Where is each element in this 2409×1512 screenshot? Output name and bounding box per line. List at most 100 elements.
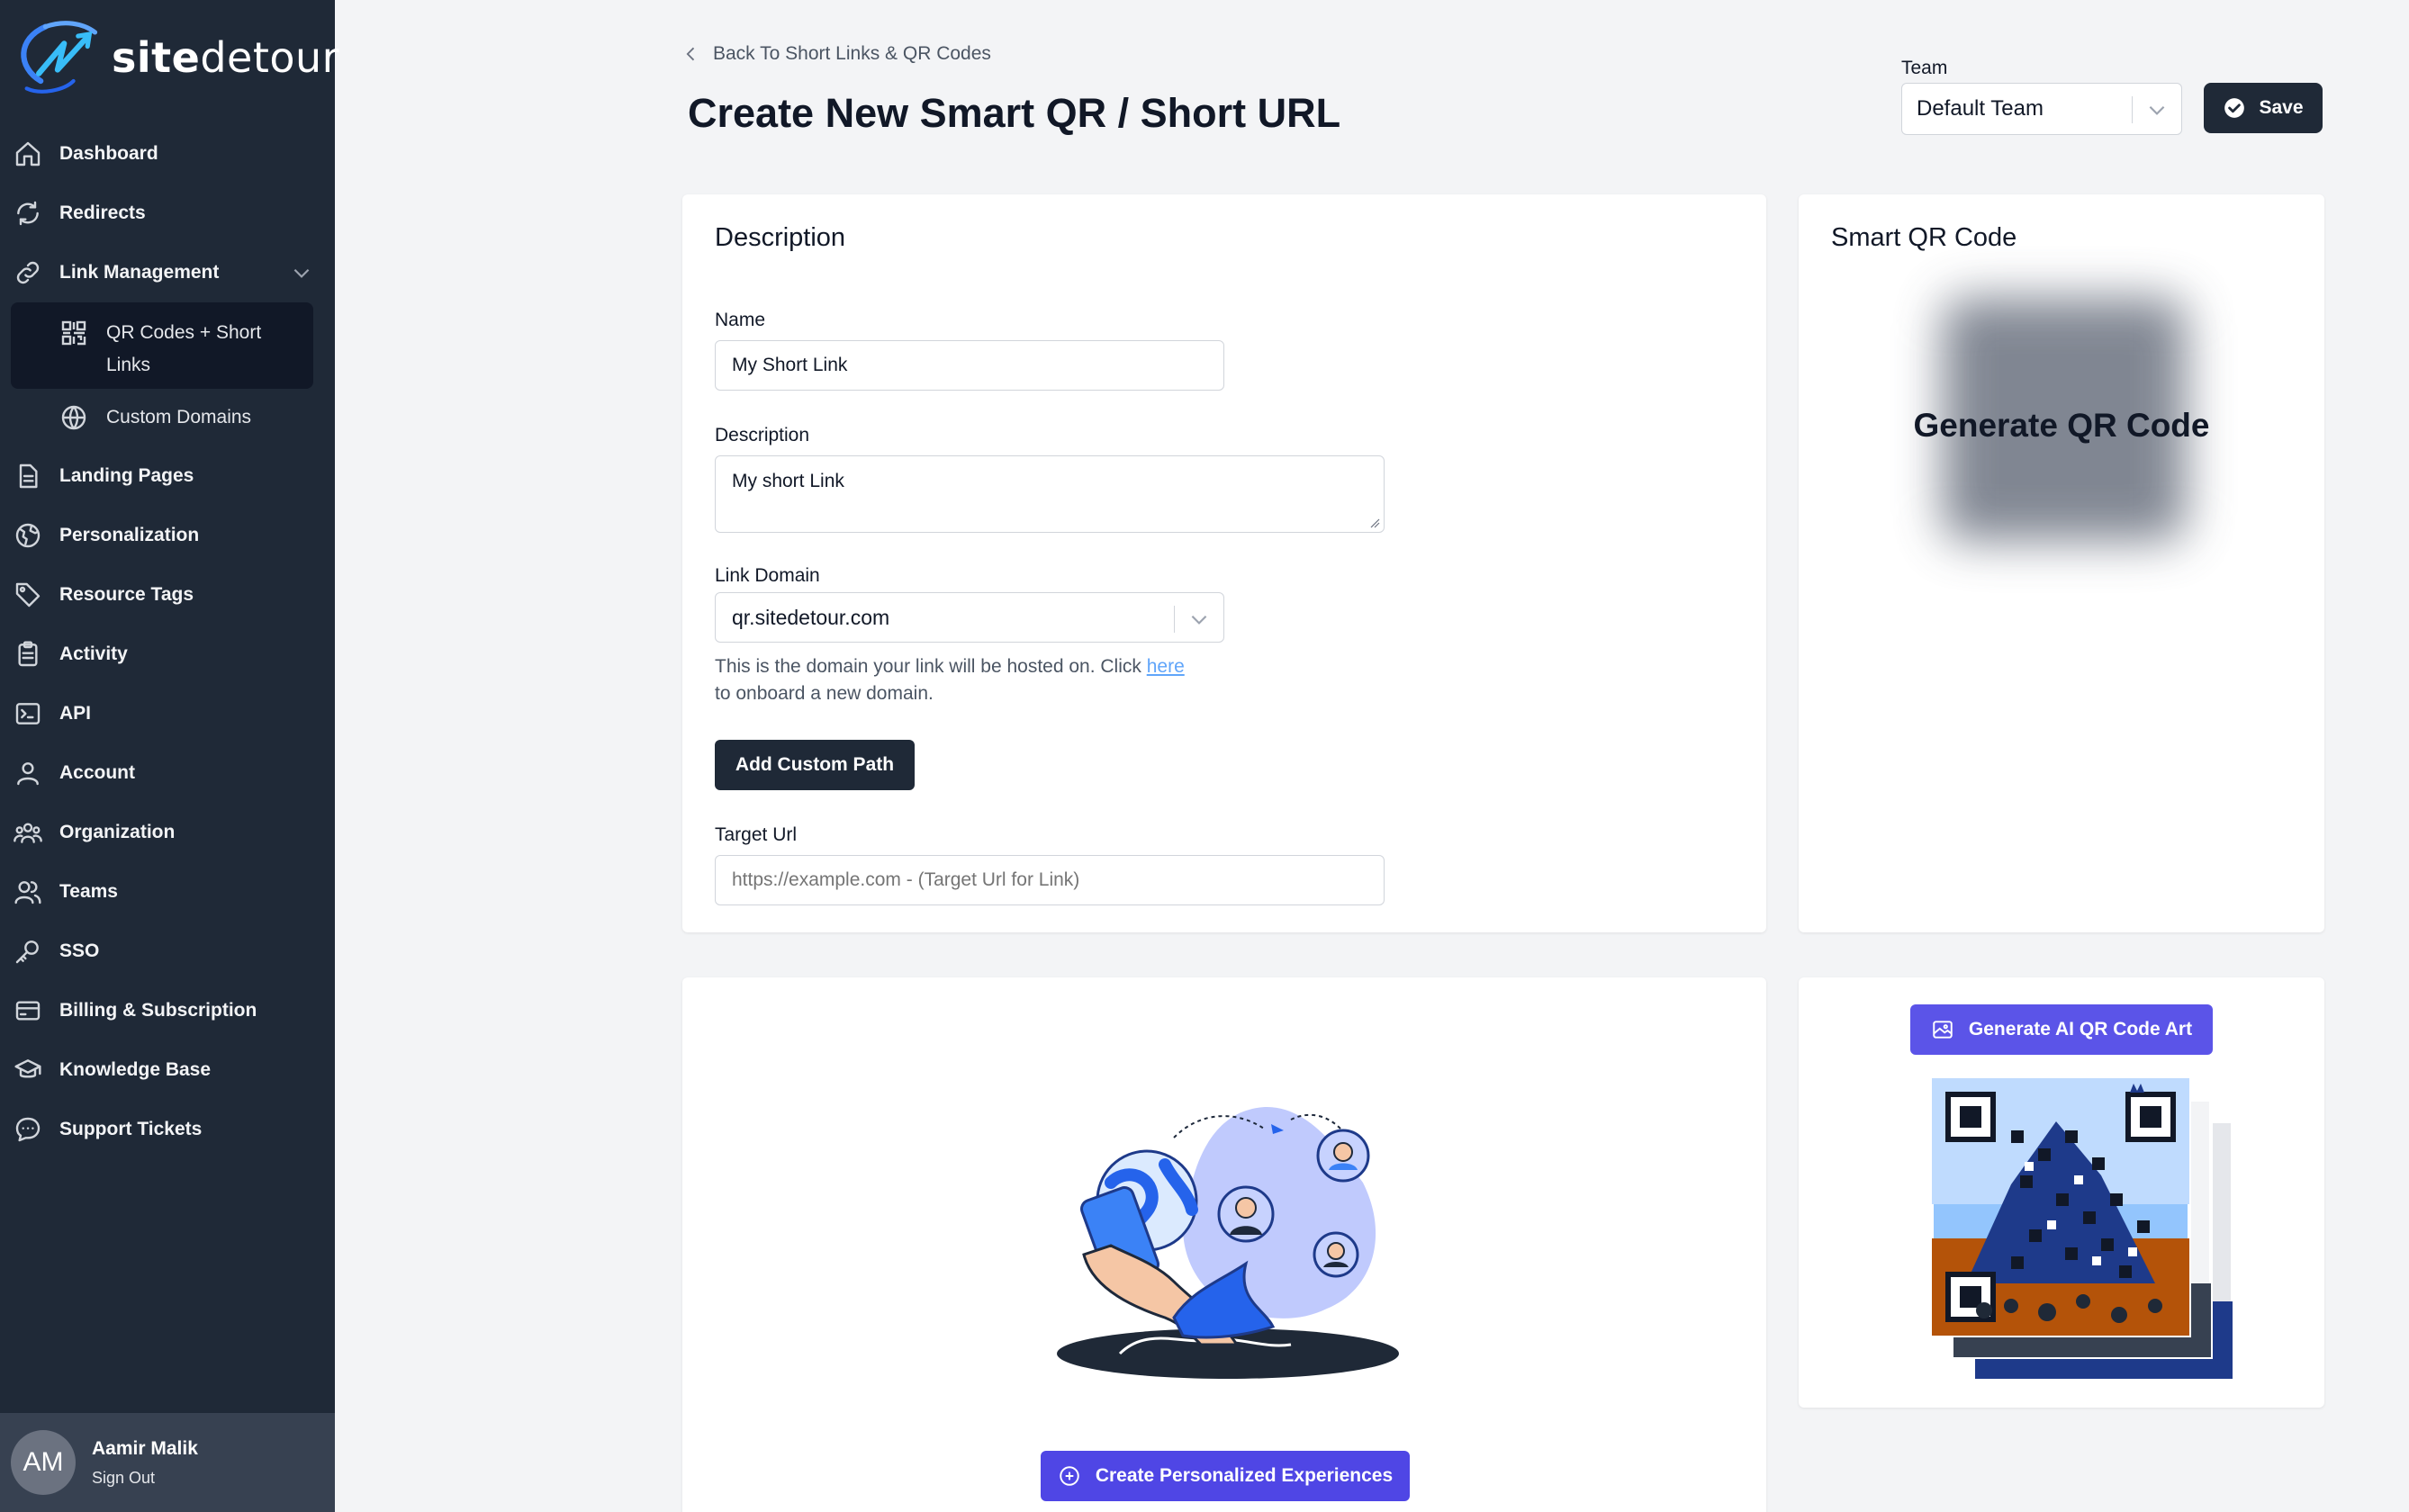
chevron-down-icon xyxy=(2145,98,2169,122)
users-icon xyxy=(13,877,43,907)
smart-qr-card: Smart QR Code Generate QR Code xyxy=(1799,194,2324,932)
sidebar-item-label: QR Codes + Short Links xyxy=(106,322,262,375)
team-label: Team xyxy=(1901,58,1948,78)
personalization-card: Create Personalized Experiences xyxy=(682,977,1766,1512)
sidebar-nav: Dashboard Redirects Link Management QR C… xyxy=(0,124,335,1159)
sidebar-item-qr-codes-short-links[interactable]: QR Codes + Short Links xyxy=(11,302,313,389)
sidebar-item-billing-subscription[interactable]: Billing & Subscription xyxy=(0,981,335,1040)
logo-text: sitedetour xyxy=(112,33,340,82)
link-domain-help: This is the domain your link will be hos… xyxy=(715,653,1255,707)
sidebar-item-teams[interactable]: Teams xyxy=(0,862,335,922)
chevron-down-icon xyxy=(1187,608,1211,631)
user-name: Aamir Malik xyxy=(92,1437,198,1459)
back-link-label: Back To Short Links & QR Codes xyxy=(713,43,991,64)
ai-qr-art-preview xyxy=(1930,1076,2234,1381)
sidebar-item-label: SSO xyxy=(59,940,100,961)
photo-icon xyxy=(1933,1021,1953,1039)
team-select-value: Default Team xyxy=(1917,96,2044,121)
sidebar-item-label: Custom Domains xyxy=(106,407,252,428)
sidebar-item-sso[interactable]: SSO xyxy=(0,922,335,981)
personalization-illustration xyxy=(1057,1107,1399,1379)
target-url-label: Target Url xyxy=(715,824,798,845)
sidebar-item-label: Link Management xyxy=(59,262,220,283)
sidebar-item-resource-tags[interactable]: Resource Tags xyxy=(0,565,335,625)
sidebar-item-label: Knowledge Base xyxy=(59,1059,212,1080)
create-personalized-experiences-label: Create Personalized Experiences xyxy=(1095,1465,1394,1486)
sidebar-item-organization[interactable]: Organization xyxy=(0,803,335,862)
academic-cap-icon xyxy=(13,1055,43,1085)
sidebar-item-label: Activity xyxy=(59,644,128,664)
description-card: Description Name My Short Link Descripti… xyxy=(682,194,1766,932)
sidebar-item-label: Landing Pages xyxy=(59,465,194,486)
onboard-domain-link[interactable]: here xyxy=(1147,656,1185,677)
sidebar-item-knowledge-base[interactable]: Knowledge Base xyxy=(0,1040,335,1100)
add-custom-path-button[interactable]: Add Custom Path xyxy=(715,740,915,790)
refresh-icon xyxy=(13,198,43,229)
sidebar-item-label: Personalization xyxy=(59,525,200,545)
chevron-down-icon[interactable] xyxy=(290,261,313,284)
name-input[interactable]: My Short Link xyxy=(715,340,1224,391)
target-url-input[interactable] xyxy=(715,855,1385,905)
save-button-label: Save xyxy=(2259,97,2304,118)
link-domain-select[interactable]: qr.sitedetour.com xyxy=(715,592,1224,643)
name-input-value: My Short Link xyxy=(732,355,848,375)
description-textarea[interactable]: My short Link xyxy=(715,455,1385,533)
team-select[interactable]: Default Team xyxy=(1901,83,2182,135)
page-title: Create New Smart QR / Short URL xyxy=(688,90,1341,136)
sidebar: sitedetour Dashboard Redirects Link Mana… xyxy=(0,0,339,1512)
chat-bubble-icon xyxy=(13,1114,43,1145)
sidebar-item-dashboard[interactable]: Dashboard xyxy=(0,124,335,184)
user-group-icon xyxy=(13,817,43,848)
sidebar-item-link-management[interactable]: Link Management xyxy=(0,243,335,302)
select-separator xyxy=(2132,96,2133,123)
sidebar-item-label: Dashboard xyxy=(59,143,158,164)
help-text-after: to onboard a new domain. xyxy=(715,683,934,704)
smart-qr-card-title: Smart QR Code xyxy=(1831,223,2017,252)
home-icon xyxy=(13,139,43,169)
key-icon xyxy=(13,936,43,967)
clipboard-icon xyxy=(13,639,43,670)
name-label: Name xyxy=(715,310,766,330)
generate-ai-qr-code-art-label: Generate AI QR Code Art xyxy=(1968,1019,2193,1040)
tag-icon xyxy=(13,580,43,610)
back-link[interactable]: Back To Short Links & QR Codes xyxy=(682,43,991,65)
check-circle-icon xyxy=(2224,98,2245,118)
sidebar-item-api[interactable]: API xyxy=(0,684,335,743)
chevron-left-icon xyxy=(686,47,695,61)
help-text-before: This is the domain your link will be hos… xyxy=(715,656,1147,677)
plus-circle-icon xyxy=(1060,1466,1079,1486)
sidebar-item-label: Organization xyxy=(59,822,176,842)
create-personalized-experiences-button[interactable]: Create Personalized Experiences xyxy=(1041,1451,1410,1501)
sitedetour-logo[interactable]: sitedetour xyxy=(13,13,339,103)
sidebar-item-label: Support Tickets xyxy=(59,1119,203,1139)
resize-grip-icon[interactable] xyxy=(1369,518,1380,528)
sidebar-item-personalization[interactable]: Personalization xyxy=(0,506,335,565)
link-domain-label: Link Domain xyxy=(715,565,820,586)
credit-card-icon xyxy=(13,995,43,1026)
sidebar-item-account[interactable]: Account xyxy=(0,743,335,803)
sidebar-item-redirects[interactable]: Redirects xyxy=(0,184,335,243)
sidebar-item-label: Billing & Subscription xyxy=(59,1000,257,1021)
sidebar-item-landing-pages[interactable]: Landing Pages xyxy=(0,446,335,506)
sidebar-item-label: Account xyxy=(59,762,135,783)
sidebar-item-label: Redirects xyxy=(59,202,146,223)
terminal-icon xyxy=(13,698,43,729)
generate-ai-qr-code-art-button[interactable]: Generate AI QR Code Art xyxy=(1910,1004,2213,1055)
save-button[interactable]: Save xyxy=(2204,83,2323,133)
user-profile: AM Aamir Malik Sign Out xyxy=(0,1413,335,1512)
ai-qr-art-card: Generate AI QR Code Art xyxy=(1799,977,2324,1408)
sidebar-item-support-tickets[interactable]: Support Tickets xyxy=(0,1100,335,1159)
logo-icon xyxy=(21,21,98,94)
sign-out-link[interactable]: Sign Out xyxy=(92,1469,198,1488)
generate-qr-code-button[interactable]: Generate QR Code xyxy=(1799,407,2324,445)
sidebar-item-label: Teams xyxy=(59,881,118,902)
select-separator xyxy=(1174,606,1175,633)
description-label: Description xyxy=(715,425,810,446)
sidebar-item-custom-domains[interactable]: Custom Domains xyxy=(11,389,313,446)
globe-americas-icon xyxy=(13,520,43,551)
link-domain-value: qr.sitedetour.com xyxy=(732,605,890,629)
document-icon xyxy=(13,461,43,491)
avatar[interactable]: AM xyxy=(11,1430,76,1495)
sidebar-item-activity[interactable]: Activity xyxy=(0,625,335,684)
description-textarea-value: My short Link xyxy=(732,471,844,491)
